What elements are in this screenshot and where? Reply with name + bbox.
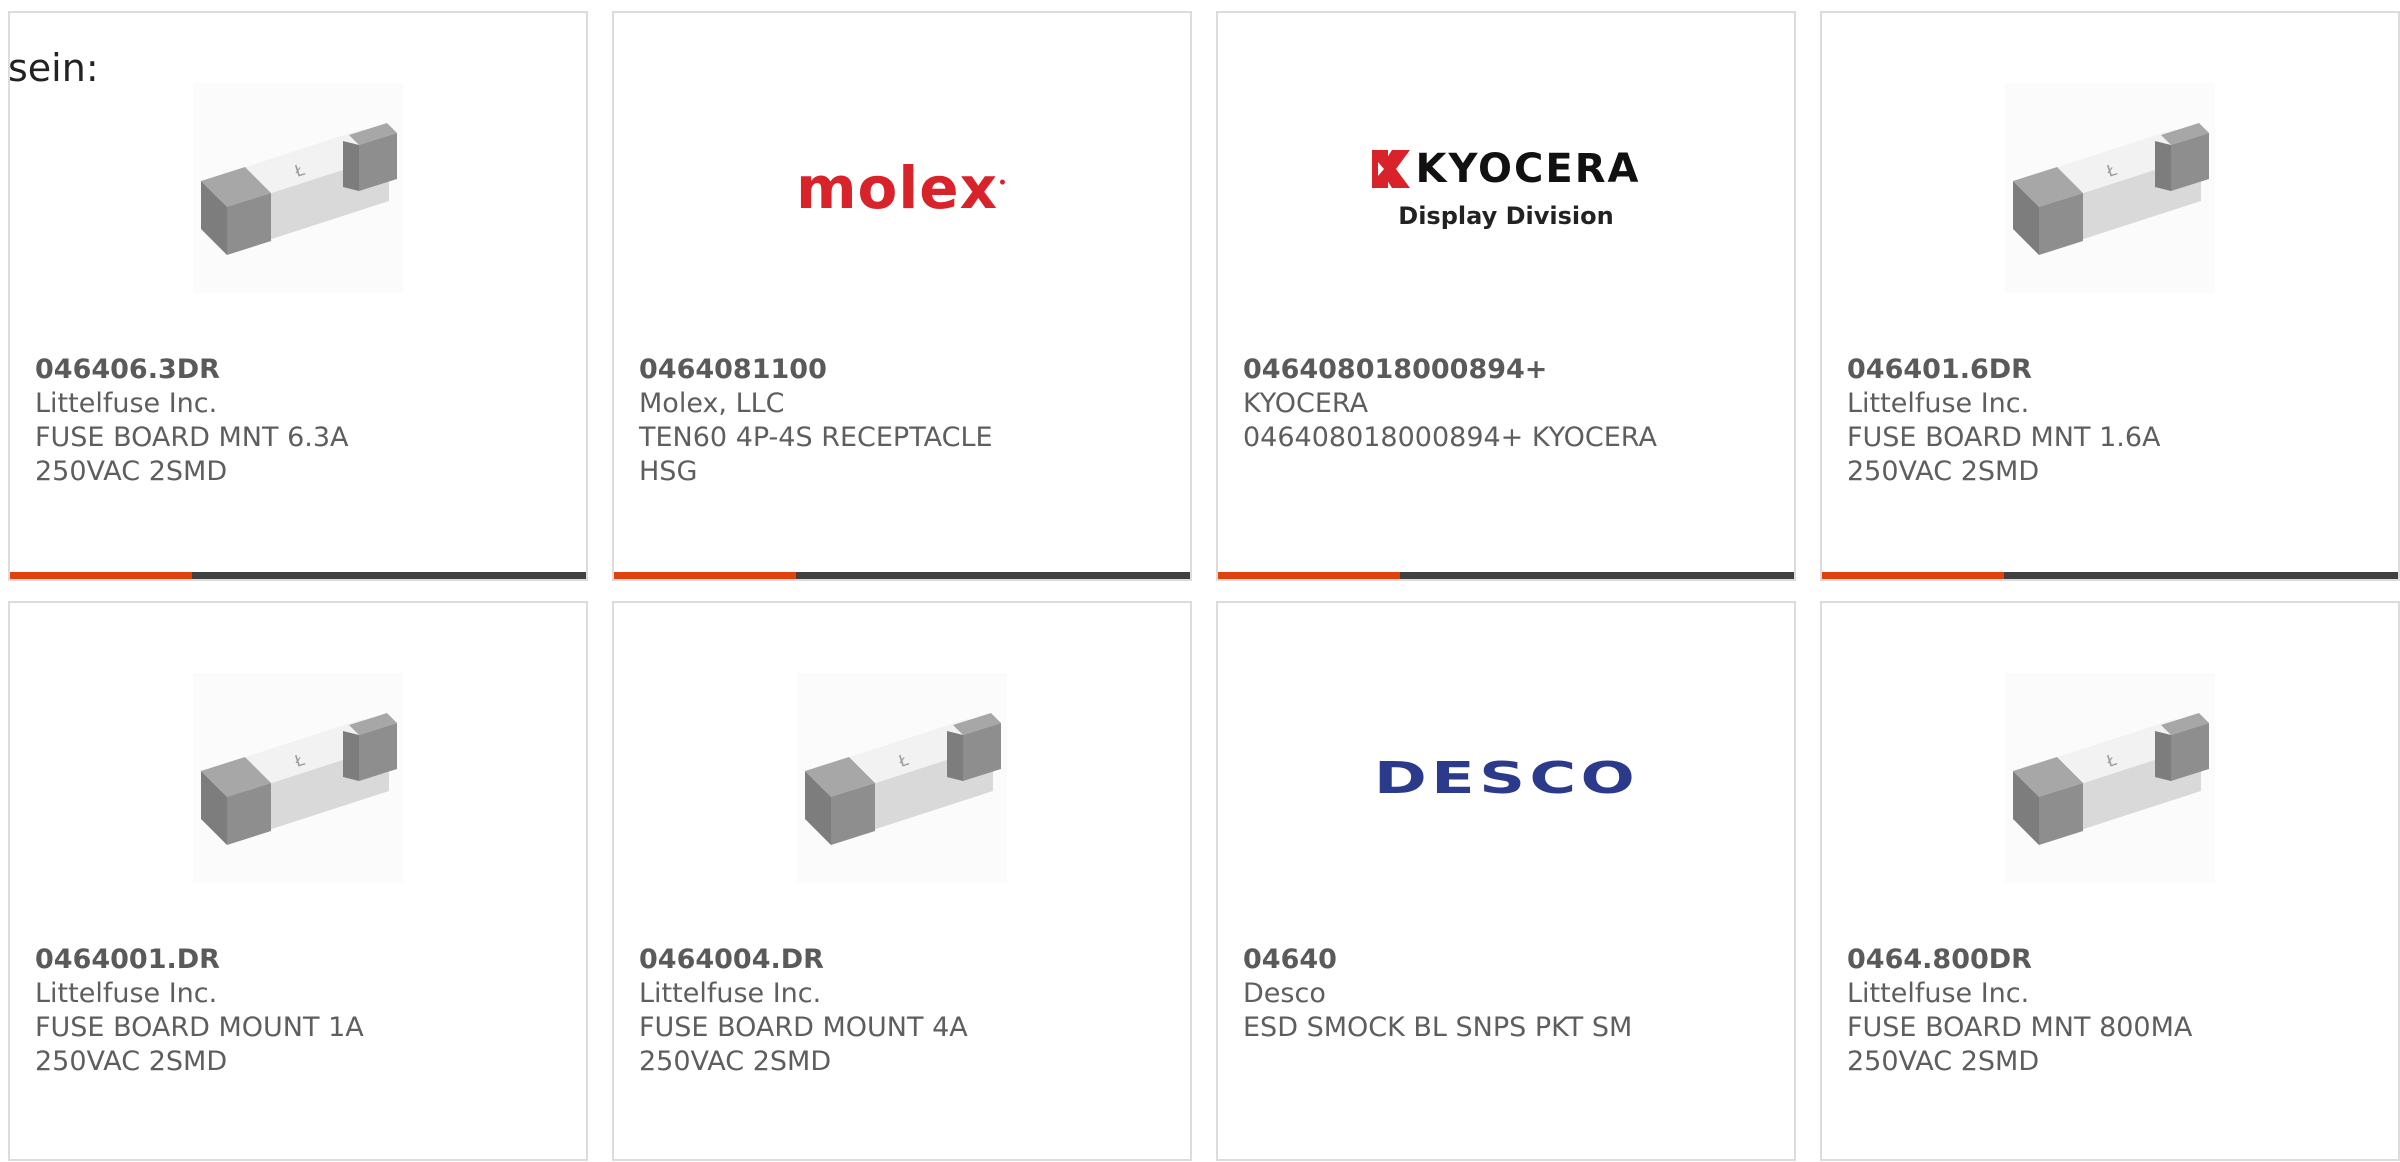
product-image[interactable]: Ł bbox=[614, 663, 1190, 893]
part-number[interactable]: 0464.800DR bbox=[1847, 943, 2267, 977]
card-bottom-bar bbox=[1218, 572, 1794, 579]
manufacturer: KYOCERA bbox=[1243, 388, 1369, 419]
manufacturer: Molex, LLC bbox=[639, 388, 785, 419]
part-number[interactable]: 046401.6DR bbox=[1847, 353, 2267, 387]
kyocera-logo-text: KYOCERA bbox=[1415, 146, 1641, 192]
product-info: 0464081100 Molex, LLC TEN60 4P-4S RECEPT… bbox=[639, 353, 1059, 489]
description: FUSE BOARD MNT 800MA 250VAC 2SMD bbox=[1847, 1012, 2193, 1077]
product-card[interactable]: Ł 0464004.DR Littelfuse Inc. FUSE BOARD … bbox=[612, 601, 1192, 1161]
product-info: 0464001.DR Littelfuse Inc. FUSE BOARD MO… bbox=[35, 943, 455, 1079]
description: FUSE BOARD MOUNT 1A 250VAC 2SMD bbox=[35, 1012, 364, 1077]
part-number[interactable]: 046408018000894+ bbox=[1243, 353, 1663, 387]
manufacturer: Littelfuse Inc. bbox=[35, 388, 218, 419]
product-info: 046401.6DR Littelfuse Inc. FUSE BOARD MN… bbox=[1847, 353, 2267, 489]
description: FUSE BOARD MNT 6.3A 250VAC 2SMD bbox=[35, 422, 349, 487]
product-info: 046406.3DR Littelfuse Inc. FUSE BOARD MN… bbox=[35, 353, 455, 489]
card-bar-accent bbox=[10, 572, 192, 579]
product-card[interactable]: molex• 0464081100 Molex, LLC TEN60 4P-4S… bbox=[612, 11, 1192, 581]
product-image[interactable]: Ł bbox=[1822, 663, 2398, 893]
product-image[interactable]: Ł bbox=[1822, 73, 2398, 303]
manufacturer: Desco bbox=[1243, 978, 1326, 1009]
product-image[interactable]: KYOCERA Display Division bbox=[1218, 73, 1794, 303]
description: FUSE BOARD MOUNT 4A 250VAC 2SMD bbox=[639, 1012, 968, 1077]
part-number[interactable]: 04640 bbox=[1243, 943, 1663, 977]
product-info: 0464004.DR Littelfuse Inc. FUSE BOARD MO… bbox=[639, 943, 1059, 1079]
manufacturer: Littelfuse Inc. bbox=[1847, 978, 2030, 1009]
product-image[interactable]: DESCO bbox=[1218, 663, 1794, 893]
card-bottom-bar bbox=[10, 572, 586, 579]
product-card[interactable]: KYOCERA Display Division 046408018000894… bbox=[1216, 11, 1796, 581]
product-image[interactable]: Ł bbox=[10, 663, 586, 893]
intro-text: sein: bbox=[8, 46, 99, 90]
desco-logo: DESCO bbox=[1373, 752, 1639, 804]
product-card[interactable]: Ł 046406.3DR Littelfuse Inc. FUSE BOARD … bbox=[8, 11, 588, 581]
product-card[interactable]: Ł 0464001.DR Littelfuse Inc. FUSE BOARD … bbox=[8, 601, 588, 1161]
product-info: 046408018000894+ KYOCERA 046408018000894… bbox=[1243, 353, 1663, 455]
product-info: 0464.800DR Littelfuse Inc. FUSE BOARD MN… bbox=[1847, 943, 2267, 1079]
description: ESD SMOCK BL SNPS PKT SM bbox=[1243, 1012, 1633, 1043]
manufacturer: Littelfuse Inc. bbox=[639, 978, 822, 1009]
description: TEN60 4P-4S RECEPTACLE HSG bbox=[639, 422, 993, 487]
product-grid-row-2: Ł 0464001.DR Littelfuse Inc. FUSE BOARD … bbox=[8, 601, 2400, 1161]
fuse-image: Ł bbox=[193, 673, 403, 883]
part-number[interactable]: 0464001.DR bbox=[35, 943, 455, 977]
fuse-image: Ł bbox=[797, 673, 1007, 883]
product-info: 04640 Desco ESD SMOCK BL SNPS PKT SM bbox=[1243, 943, 1663, 1045]
fuse-image: Ł bbox=[2005, 673, 2215, 883]
molex-logo-text: molex bbox=[796, 154, 998, 222]
part-number[interactable]: 046406.3DR bbox=[35, 353, 455, 387]
product-grid: Ł 046406.3DR Littelfuse Inc. FUSE BOARD … bbox=[8, 11, 2400, 581]
description: 046408018000894+ KYOCERA bbox=[1243, 422, 1657, 453]
fuse-image: Ł bbox=[193, 83, 403, 293]
product-card[interactable]: Ł 046401.6DR Littelfuse Inc. FUSE BOARD … bbox=[1820, 11, 2400, 581]
part-number[interactable]: 0464081100 bbox=[639, 353, 1059, 387]
card-bar-accent bbox=[1218, 572, 1400, 579]
molex-logo: molex• bbox=[796, 154, 1008, 222]
card-bar-accent bbox=[1822, 572, 2004, 579]
kyocera-mark-icon bbox=[1371, 150, 1410, 188]
kyocera-logo-subtitle: Display Division bbox=[1398, 202, 1614, 230]
card-bottom-bar bbox=[1822, 572, 2398, 579]
part-number[interactable]: 0464004.DR bbox=[639, 943, 1059, 977]
kyocera-logo: KYOCERA Display Division bbox=[1371, 146, 1641, 230]
product-card[interactable]: Ł 0464.800DR Littelfuse Inc. FUSE BOARD … bbox=[1820, 601, 2400, 1161]
manufacturer: Littelfuse Inc. bbox=[35, 978, 218, 1009]
fuse-image: Ł bbox=[2005, 83, 2215, 293]
manufacturer: Littelfuse Inc. bbox=[1847, 388, 2030, 419]
card-bottom-bar bbox=[614, 572, 1190, 579]
product-image[interactable]: Ł bbox=[10, 73, 586, 303]
card-bar-accent bbox=[614, 572, 796, 579]
description: FUSE BOARD MNT 1.6A 250VAC 2SMD bbox=[1847, 422, 2161, 487]
product-card[interactable]: DESCO 04640 Desco ESD SMOCK BL SNPS PKT … bbox=[1216, 601, 1796, 1161]
product-image[interactable]: molex• bbox=[614, 73, 1190, 303]
